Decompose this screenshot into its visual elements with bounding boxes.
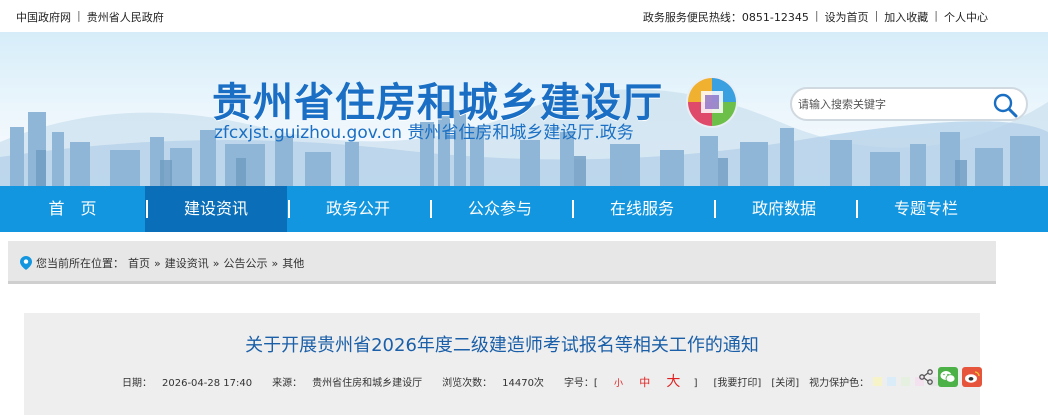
date-label: 日期： bbox=[122, 377, 152, 389]
department-logo-icon bbox=[686, 76, 738, 128]
breadcrumb-prefix: 您当前所在位置： bbox=[36, 257, 124, 270]
hotline-label-text: 政务服务便民热线： bbox=[642, 11, 742, 24]
print-button[interactable]: [我要打印] bbox=[714, 374, 762, 389]
breadcrumb-separator: » bbox=[154, 256, 161, 270]
link-gov-cn[interactable]: 中国政府网 bbox=[16, 9, 71, 25]
user-center-link[interactable]: 个人中心 bbox=[944, 9, 988, 25]
hotline-label: 政务服务便民热线：0851-12345 bbox=[643, 9, 809, 25]
breadcrumb-separator: » bbox=[212, 256, 220, 270]
weibo-icon bbox=[965, 371, 980, 383]
search-input[interactable] bbox=[798, 95, 988, 115]
swatch-green[interactable] bbox=[901, 376, 911, 386]
main-nav: 首 页 建设资讯 政务公开 公众参与 在线服务 政府数据 专题专栏 bbox=[0, 186, 1048, 232]
nav-online-services[interactable]: 在线服务 bbox=[571, 186, 713, 232]
weibo-share-button[interactable] bbox=[962, 367, 982, 387]
font-size-label: 字号：[ bbox=[563, 378, 598, 389]
article-panel: 关于开展贵州省2026年度二级建造师考试报名等相关工作的通知 日期： 2026-0… bbox=[24, 313, 982, 415]
top-bar-left: 中国政府网 | 贵州省人民政府 bbox=[16, 9, 164, 25]
nav-government-data[interactable]: 政府数据 bbox=[713, 186, 855, 232]
nav-divider bbox=[288, 200, 290, 218]
breadcrumb-announcements[interactable]: 公告公示 bbox=[223, 255, 267, 271]
views-label: 浏览次数： bbox=[442, 377, 493, 389]
views-value: 14470次 bbox=[502, 377, 544, 389]
share-icon[interactable] bbox=[918, 369, 934, 385]
nav-divider bbox=[146, 200, 148, 218]
swatch-yellow[interactable] bbox=[873, 376, 883, 386]
divider: | bbox=[934, 9, 938, 22]
font-small-button[interactable]: 小 bbox=[614, 379, 623, 389]
hotline-number: 0851-12345 bbox=[741, 11, 809, 24]
top-bar-right: 政务服务便民热线：0851-12345 | 设为首页 | 加入收藏 | 个人中心 bbox=[643, 9, 988, 25]
wechat-icon bbox=[940, 371, 956, 383]
search-box bbox=[790, 87, 1028, 121]
add-favorite-link[interactable]: 加入收藏 bbox=[884, 9, 928, 25]
location-pin-icon bbox=[20, 256, 32, 270]
date-value: 2026-04-28 17:40 bbox=[162, 377, 253, 389]
breadcrumb-separator: » bbox=[271, 256, 279, 270]
breadcrumb-construction-news[interactable]: 建设资讯 bbox=[165, 255, 209, 271]
divider: | bbox=[874, 9, 879, 22]
source-label: 来源： bbox=[272, 377, 303, 389]
site-domain-subtitle: zfcxjst.guizhou.gov.cn 贵州省住房和城乡建设厅.政务 bbox=[214, 123, 634, 143]
article-title: 关于开展贵州省2026年度二级建造师考试报名等相关工作的通知 bbox=[245, 335, 759, 356]
nav-divider bbox=[572, 200, 574, 218]
breadcrumb-other[interactable]: 其他 bbox=[282, 255, 304, 271]
source-value: 贵州省住房和城乡建设厅 bbox=[312, 377, 423, 389]
nav-public-participation[interactable]: 公众参与 bbox=[429, 186, 571, 232]
view-count: 浏览次数： 14470次 bbox=[442, 374, 554, 389]
font-medium-button[interactable]: 中 bbox=[639, 376, 650, 389]
breadcrumb-bar: 您当前所在位置： 首页 » 建设资讯 » 公告公示 » 其他 bbox=[8, 241, 996, 284]
wechat-share-button[interactable] bbox=[938, 367, 958, 387]
divider: | bbox=[814, 9, 819, 22]
nav-government-affairs[interactable]: 政务公开 bbox=[287, 186, 429, 232]
swatch-blue[interactable] bbox=[887, 376, 897, 386]
set-homepage-link[interactable]: 设为首页 bbox=[825, 9, 869, 25]
eye-care-label: 视力保护色： bbox=[809, 377, 870, 389]
search-icon[interactable] bbox=[992, 92, 1018, 118]
close-button[interactable]: [关闭] bbox=[771, 374, 799, 389]
font-size-control: 字号：[ 小 中 大 ] bbox=[564, 371, 708, 391]
nav-divider bbox=[856, 200, 858, 218]
header-banner: 贵州省住房和城乡建设厅 zfcxjst.guizhou.gov.cn 贵州省住房… bbox=[0, 32, 1048, 186]
nav-divider bbox=[714, 200, 716, 218]
breadcrumb-home[interactable]: 首页 bbox=[128, 255, 150, 271]
article-meta: 日期： 2026-04-28 17:40 来源： 贵州省住房和城乡建设厅 浏览次数：… bbox=[122, 371, 953, 391]
nav-construction-news[interactable]: 建设资讯 bbox=[145, 186, 287, 232]
top-bar: 中国政府网 | 贵州省人民政府 政务服务便民热线：0851-12345 | 设为… bbox=[0, 0, 1048, 32]
link-gz-gov[interactable]: 贵州省人民政府 bbox=[87, 9, 164, 25]
font-large-button[interactable]: 大 bbox=[666, 374, 680, 390]
nav-home[interactable]: 首 页 bbox=[0, 186, 145, 232]
nav-divider bbox=[430, 200, 432, 218]
publish-date: 日期： 2026-04-28 17:40 bbox=[122, 374, 262, 389]
divider: | bbox=[77, 9, 81, 22]
article-source: 来源： 贵州省住房和城乡建设厅 bbox=[272, 374, 432, 389]
font-size-close-bracket: ] bbox=[693, 378, 698, 389]
share-buttons bbox=[918, 367, 982, 387]
breadcrumb: 您当前所在位置： 首页 » 建设资讯 » 公告公示 » 其他 bbox=[20, 255, 304, 271]
nav-special-topics[interactable]: 专题专栏 bbox=[855, 186, 997, 232]
